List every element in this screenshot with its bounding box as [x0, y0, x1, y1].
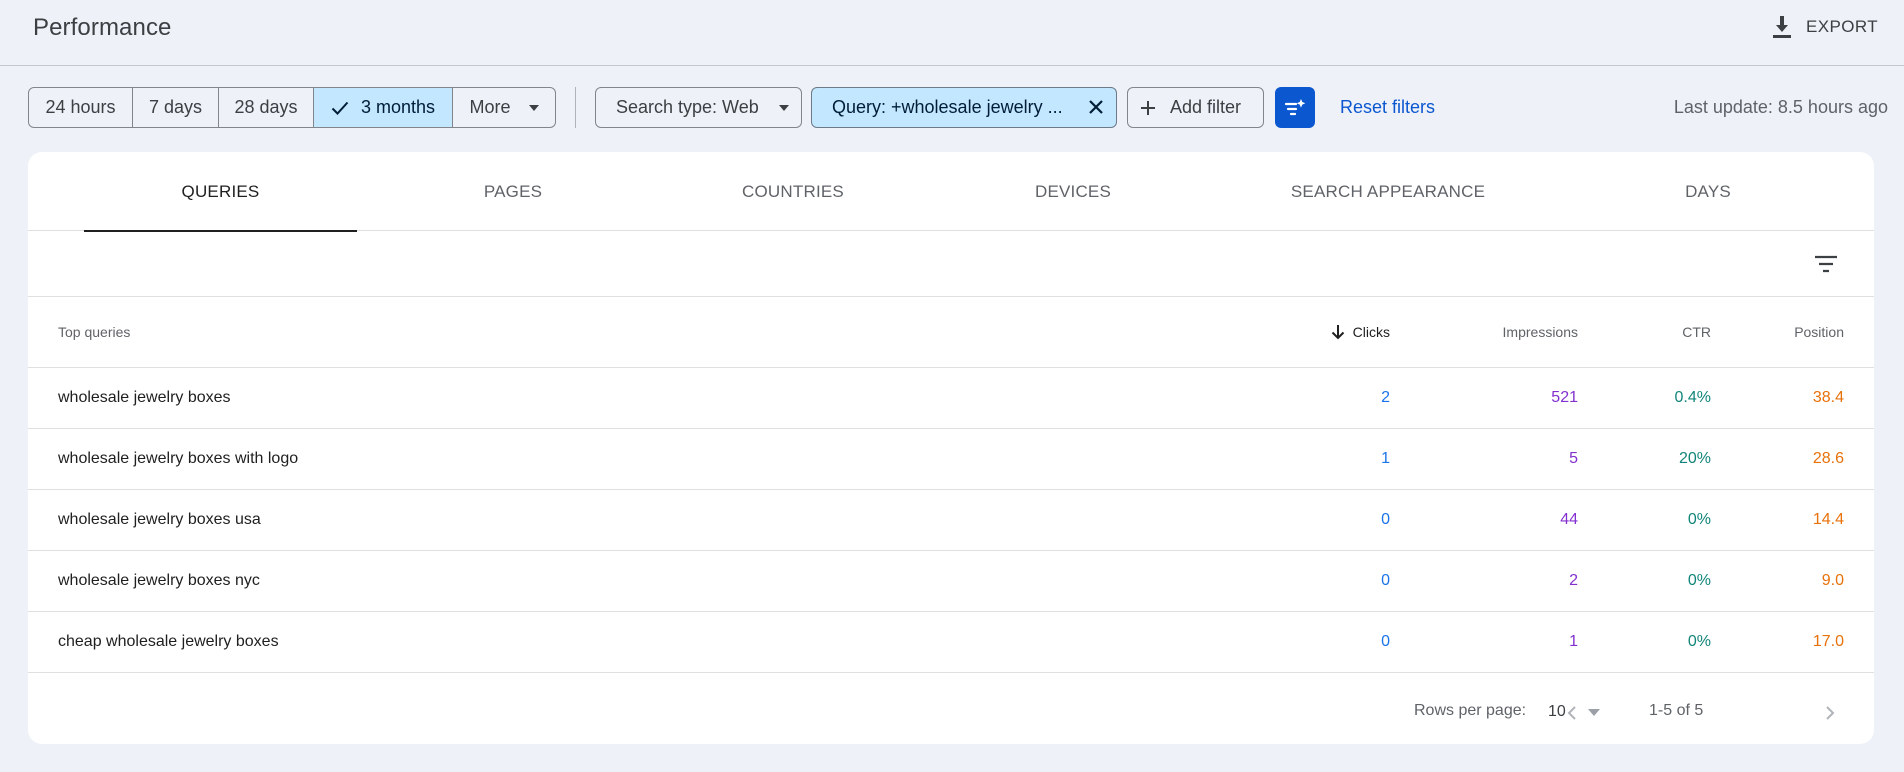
query-cell: wholesale jewelry boxes nyc — [58, 572, 260, 589]
date-range-24-hours[interactable]: 24 hours — [29, 88, 133, 127]
next-page-button[interactable] — [1815, 698, 1845, 728]
page-title: Performance — [33, 14, 172, 41]
position-cell: 17.0 — [1812, 633, 1844, 650]
query-cell: wholesale jewelry boxes with logo — [58, 450, 299, 467]
divider — [575, 87, 576, 128]
caret-down-icon — [778, 104, 789, 111]
search-type-dropdown[interactable]: Search type: Web — [595, 87, 802, 128]
date-range-3-months[interactable]: 3 months — [314, 88, 453, 127]
export-label: EXPORT — [1806, 17, 1878, 36]
impressions-cell: 5 — [1569, 450, 1578, 467]
column-header-clicks[interactable]: Clicks — [1228, 297, 1390, 367]
column-header-impressions[interactable]: Impressions — [1390, 297, 1578, 367]
last-update-text: Last update: 8.5 hours ago — [1673, 97, 1888, 117]
clicks-cell: 0 — [1381, 633, 1390, 650]
table-row[interactable]: wholesale jewelry boxes 2 521 0.4% 38.4 — [28, 368, 1874, 429]
add-filter-button[interactable]: Add filter — [1127, 87, 1264, 128]
position-cell: 14.4 — [1812, 511, 1844, 528]
tab-pages[interactable]: PAGES — [408, 152, 618, 231]
clicks-cell: 0 — [1381, 511, 1390, 528]
clicks-cell: 2 — [1381, 389, 1390, 406]
clicks-cell: 1 — [1381, 450, 1390, 467]
query-filter-chip[interactable]: Query: +wholesale jewelry ... — [811, 87, 1117, 128]
tab-days[interactable]: DAYS — [1608, 152, 1808, 231]
header-bar: Performance EXPORT — [0, 0, 1904, 66]
ctr-cell: 0% — [1687, 633, 1711, 650]
date-range-7-days[interactable]: 7 days — [133, 88, 219, 127]
export-button[interactable]: EXPORT — [1772, 12, 1878, 42]
date-range-more-dropdown[interactable]: More — [453, 88, 555, 127]
pagination-range: 1-5 of 5 — [1649, 702, 1704, 719]
tab-search-appearance[interactable]: SEARCH APPEARANCE — [1238, 152, 1538, 231]
check-icon — [331, 101, 349, 115]
pagination-bar: Rows per page: 10 1-5 of 5 — [28, 682, 1874, 744]
date-range-label: 7 days — [148, 97, 203, 117]
caret-down-icon — [1587, 708, 1600, 716]
dimension-tabs: QUERIES PAGES COUNTRIES DEVICES SEARCH A… — [28, 152, 1874, 232]
download-icon — [1772, 16, 1792, 38]
impressions-cell: 2 — [1569, 572, 1578, 589]
filter-bar: 24 hours 7 days 28 days 3 months More Se… — [0, 66, 1904, 152]
query-filter-label: Query: +wholesale jewelry ... — [832, 97, 1063, 117]
ctr-cell: 20% — [1678, 450, 1711, 467]
report-card: QUERIES PAGES COUNTRIES DEVICES SEARCH A… — [28, 152, 1874, 744]
date-range-selector: 24 hours 7 days 28 days 3 months More — [28, 87, 556, 128]
close-icon[interactable] — [1088, 99, 1104, 115]
chevron-right-icon — [1825, 705, 1835, 721]
column-header-position[interactable]: Position — [1711, 297, 1844, 367]
add-filter-label: Add filter — [1170, 97, 1242, 117]
column-header-ctr[interactable]: CTR — [1578, 297, 1711, 367]
table-row[interactable]: cheap wholesale jewelry boxes 0 1 0% 17.… — [28, 612, 1874, 673]
position-cell: 9.0 — [1821, 572, 1844, 589]
previous-page-button[interactable] — [1557, 698, 1587, 728]
rows-per-page-label: Rows per page: — [1414, 702, 1527, 719]
table-row[interactable]: wholesale jewelry boxes with logo 1 5 20… — [28, 429, 1874, 490]
filter-sparkle-icon[interactable] — [1275, 87, 1315, 128]
caret-down-icon — [528, 104, 539, 111]
query-cell: cheap wholesale jewelry boxes — [58, 633, 279, 650]
impressions-cell: 1 — [1569, 633, 1578, 650]
chevron-left-icon — [1567, 705, 1577, 721]
ctr-cell: 0.4% — [1674, 389, 1711, 406]
table-header: Top queries Clicks Impressions CTR Posit… — [28, 297, 1874, 368]
column-header-label: Clicks — [1352, 324, 1390, 340]
date-range-label: 28 days — [234, 97, 298, 117]
date-range-label: 24 hours — [45, 97, 116, 117]
ctr-cell: 0% — [1687, 511, 1711, 528]
tab-countries[interactable]: COUNTRIES — [668, 152, 918, 231]
table-row[interactable]: wholesale jewelry boxes usa 0 44 0% 14.4 — [28, 490, 1874, 551]
query-cell: wholesale jewelry boxes usa — [58, 511, 261, 528]
plus-icon — [1140, 100, 1156, 116]
column-header-query: Top queries — [58, 324, 131, 340]
reset-filters-link[interactable]: Reset filters — [1340, 97, 1435, 118]
clicks-cell: 0 — [1381, 572, 1390, 589]
ctr-cell: 0% — [1687, 572, 1711, 589]
impressions-cell: 521 — [1551, 389, 1578, 406]
date-range-label: 3 months — [360, 97, 436, 117]
position-cell: 38.4 — [1812, 389, 1844, 406]
search-type-label: Search type: Web — [616, 97, 759, 117]
impressions-cell: 44 — [1560, 511, 1578, 528]
table-row[interactable]: wholesale jewelry boxes nyc 0 2 0% 9.0 — [28, 551, 1874, 612]
tab-queries[interactable]: QUERIES — [84, 152, 357, 232]
position-cell: 28.6 — [1812, 450, 1844, 467]
date-range-28-days[interactable]: 28 days — [219, 88, 314, 127]
arrow-down-icon — [1331, 324, 1345, 340]
query-cell: wholesale jewelry boxes — [58, 389, 231, 406]
filter-lines-icon[interactable] — [1810, 248, 1842, 280]
table-toolbar — [28, 231, 1874, 297]
more-label: More — [469, 97, 511, 117]
tab-devices[interactable]: DEVICES — [958, 152, 1188, 231]
